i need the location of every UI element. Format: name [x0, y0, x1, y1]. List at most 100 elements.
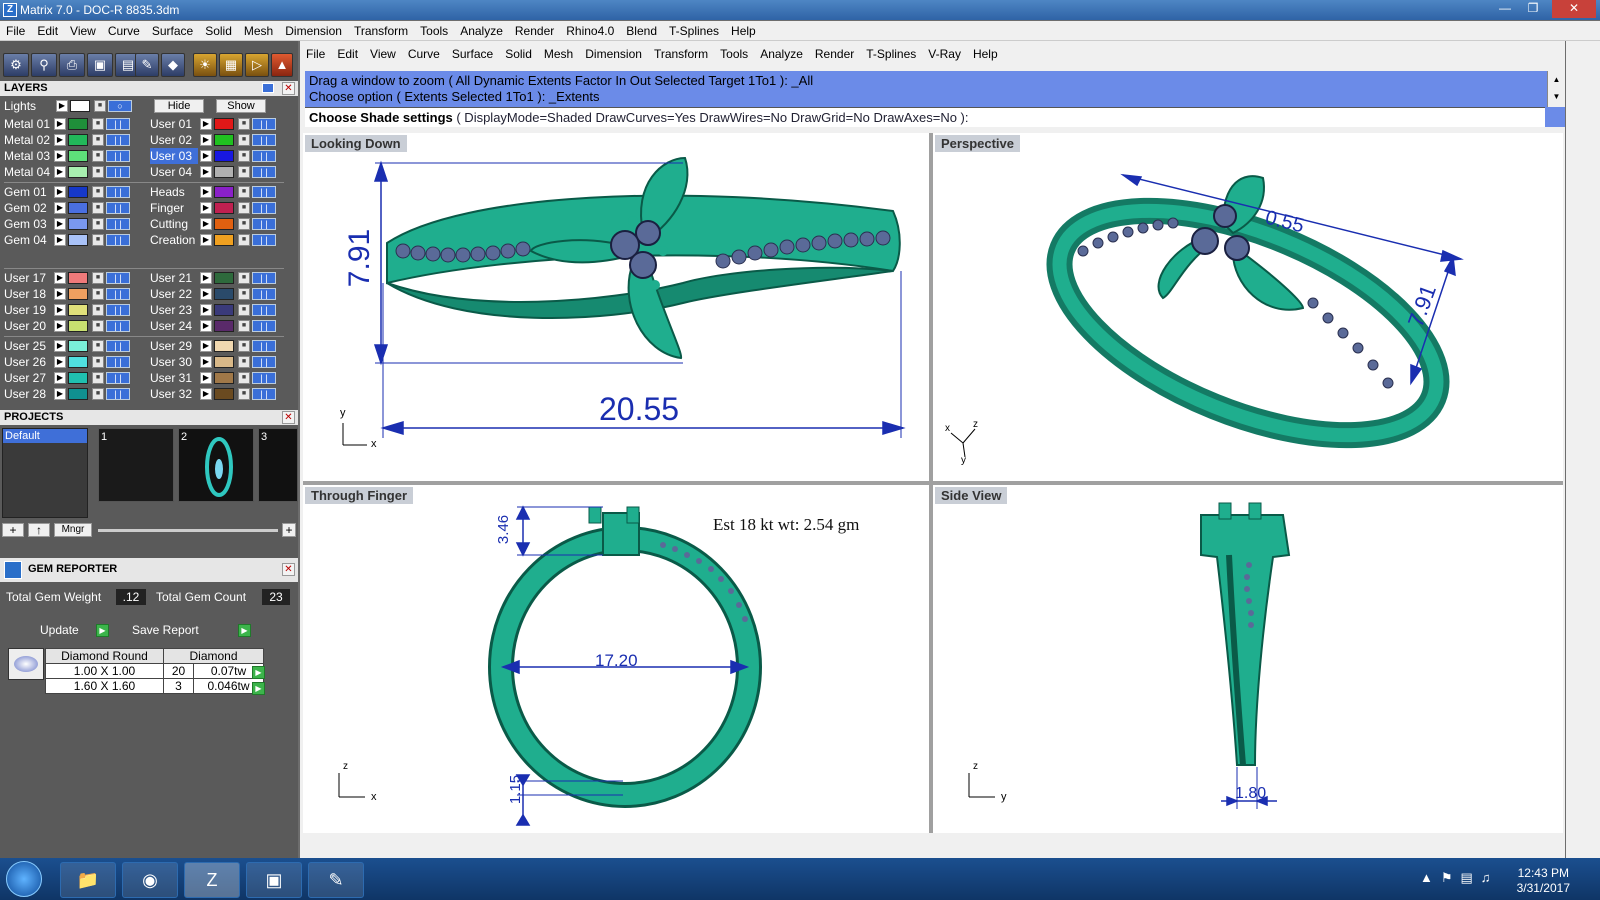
- play-icon[interactable]: ▶: [54, 234, 66, 246]
- layer-row[interactable]: Gem 02 ▶ ■ | |: [0, 200, 146, 216]
- visibility-icon[interactable]: | |: [252, 150, 276, 162]
- play-icon[interactable]: ▶: [200, 234, 212, 246]
- lock-icon[interactable]: ■: [92, 304, 104, 316]
- lock-icon[interactable]: ■: [238, 166, 250, 178]
- layer-row[interactable]: User 24 ▶ ■ | |: [146, 318, 292, 334]
- layer-name[interactable]: User 30: [150, 354, 198, 370]
- project-slider[interactable]: [98, 529, 278, 532]
- light-swatch[interactable]: [70, 100, 90, 112]
- visibility-icon[interactable]: | |: [252, 202, 276, 214]
- maximize-button[interactable]: ❐: [1520, 0, 1546, 18]
- menu-edit[interactable]: Edit: [331, 44, 364, 64]
- lock-icon[interactable]: ■: [92, 218, 104, 230]
- save-report-button[interactable]: Save Report ▶: [132, 623, 256, 641]
- lock-icon[interactable]: ■: [92, 272, 104, 284]
- layer-name[interactable]: User 22: [150, 286, 198, 302]
- layer-row[interactable]: Gem 01 ▶ ■ | |: [0, 184, 146, 200]
- color-swatch[interactable]: [214, 320, 234, 332]
- lock-icon[interactable]: ■: [92, 372, 104, 384]
- lock-icon[interactable]: ■: [92, 356, 104, 368]
- menu-analyze[interactable]: Analyze: [454, 21, 509, 41]
- play-icon[interactable]: ▶: [54, 134, 66, 146]
- layer-name[interactable]: Heads: [150, 184, 198, 200]
- layer-row[interactable]: User 01 ▶ ■ | |: [146, 116, 292, 132]
- color-swatch[interactable]: [214, 288, 234, 300]
- layer-row[interactable]: User 29 ▶ ■ | |: [146, 338, 292, 354]
- layer-row[interactable]: User 30 ▶ ■ | |: [146, 354, 292, 370]
- menu-render[interactable]: Render: [809, 44, 860, 64]
- show-button[interactable]: Show: [216, 99, 266, 113]
- layer-name[interactable]: Metal 04: [4, 164, 52, 180]
- minimize-button[interactable]: —: [1492, 0, 1518, 18]
- layer-name[interactable]: User 32: [150, 386, 198, 402]
- layer-row[interactable]: User 31 ▶ ■ | |: [146, 370, 292, 386]
- play-icon[interactable]: ▶: [200, 320, 212, 332]
- color-swatch[interactable]: [68, 304, 88, 316]
- layer-name[interactable]: User 25: [4, 338, 52, 354]
- lock-icon[interactable]: ■: [238, 388, 250, 400]
- matrix-app-icon[interactable]: Z: [184, 862, 240, 898]
- layer-row[interactable]: User 26 ▶ ■ | |: [0, 354, 146, 370]
- layer-row[interactable]: Creation ▶ ■ | |: [146, 232, 292, 248]
- layer-row[interactable]: Cutting ▶ ■ | |: [146, 216, 292, 232]
- play-icon[interactable]: ▶: [54, 320, 66, 332]
- lock-icon[interactable]: ■: [92, 166, 104, 178]
- lock-icon[interactable]: ■: [238, 304, 250, 316]
- lock-icon[interactable]: ■: [92, 150, 104, 162]
- command-prompt[interactable]: Choose Shade settings ( DisplayMode=Shad…: [305, 107, 1545, 127]
- visibility-icon[interactable]: | |: [252, 372, 276, 384]
- menu-transform[interactable]: Transform: [348, 21, 414, 41]
- layer-row[interactable]: User 04 ▶ ■ | |: [146, 164, 292, 180]
- lock-icon[interactable]: ■: [92, 320, 104, 332]
- layer-name[interactable]: User 23: [150, 302, 198, 318]
- manager-button[interactable]: Mngr: [54, 523, 92, 537]
- visibility-icon[interactable]: | |: [106, 372, 130, 384]
- play-icon[interactable]: ▶: [200, 388, 212, 400]
- table-row[interactable]: 1.00 X 1.00 20 0.07tw: [45, 663, 264, 679]
- visibility-icon[interactable]: | |: [252, 218, 276, 230]
- update-button[interactable]: Update ▶: [40, 623, 120, 641]
- layer-name[interactable]: User 21: [150, 270, 198, 286]
- close-button[interactable]: ✕: [1552, 0, 1596, 18]
- menu-solid[interactable]: Solid: [499, 44, 538, 64]
- lock-icon[interactable]: ■: [238, 202, 250, 214]
- layer-row[interactable]: User 21 ▶ ■ | |: [146, 270, 292, 286]
- visibility-icon[interactable]: | |: [252, 288, 276, 300]
- tray-icons[interactable]: ▲⚑▤♫: [1420, 870, 1499, 886]
- menu-view[interactable]: View: [64, 21, 102, 41]
- layer-name[interactable]: User 31: [150, 370, 198, 386]
- layer-name[interactable]: Gem 04: [4, 232, 52, 248]
- layer-row[interactable]: User 19 ▶ ■ | |: [0, 302, 146, 318]
- play-icon[interactable]: ▶: [252, 682, 265, 695]
- layer-row[interactable]: User 28 ▶ ■ | |: [0, 386, 146, 402]
- visibility-icon[interactable]: | |: [106, 118, 130, 130]
- layer-row[interactable]: Metal 02 ▶ ■ | |: [0, 132, 146, 148]
- layer-name[interactable]: User 17: [4, 270, 52, 286]
- visibility-icon[interactable]: | |: [106, 234, 130, 246]
- visibility-icon[interactable]: | |: [106, 340, 130, 352]
- color-swatch[interactable]: [214, 234, 234, 246]
- printer-icon[interactable]: ⎙: [59, 53, 85, 77]
- scroll-arrows-icon[interactable]: ▲ ▼: [1547, 71, 1565, 107]
- lock-icon[interactable]: ■: [238, 134, 250, 146]
- folder-icon[interactable]: 📁: [60, 862, 116, 898]
- visibility-icon[interactable]: | |: [252, 320, 276, 332]
- visibility-icon[interactable]: | |: [252, 356, 276, 368]
- play-icon[interactable]: ▶: [252, 666, 265, 679]
- viewport-perspective[interactable]: Perspective 0.55 7.91 z x y: [933, 133, 1563, 481]
- visibility-icon[interactable]: | |: [252, 388, 276, 400]
- play-icon[interactable]: ▶: [54, 272, 66, 284]
- menu-help[interactable]: Help: [967, 44, 1004, 64]
- project-slot[interactable]: 1: [98, 428, 174, 502]
- lock-icon[interactable]: ■: [238, 234, 250, 246]
- layer-name[interactable]: User 28: [4, 386, 52, 402]
- layer-row[interactable]: User 20 ▶ ■ | |: [0, 318, 146, 334]
- menu-v-ray[interactable]: V-Ray: [922, 44, 967, 64]
- menu-blend[interactable]: Blend: [620, 21, 663, 41]
- color-swatch[interactable]: [68, 166, 88, 178]
- layer-row[interactable]: User 03 ▶ ■ | |: [146, 148, 292, 164]
- color-swatch[interactable]: [68, 288, 88, 300]
- color-swatch[interactable]: [214, 218, 234, 230]
- color-swatch[interactable]: [68, 272, 88, 284]
- play-icon[interactable]: ▶: [54, 218, 66, 230]
